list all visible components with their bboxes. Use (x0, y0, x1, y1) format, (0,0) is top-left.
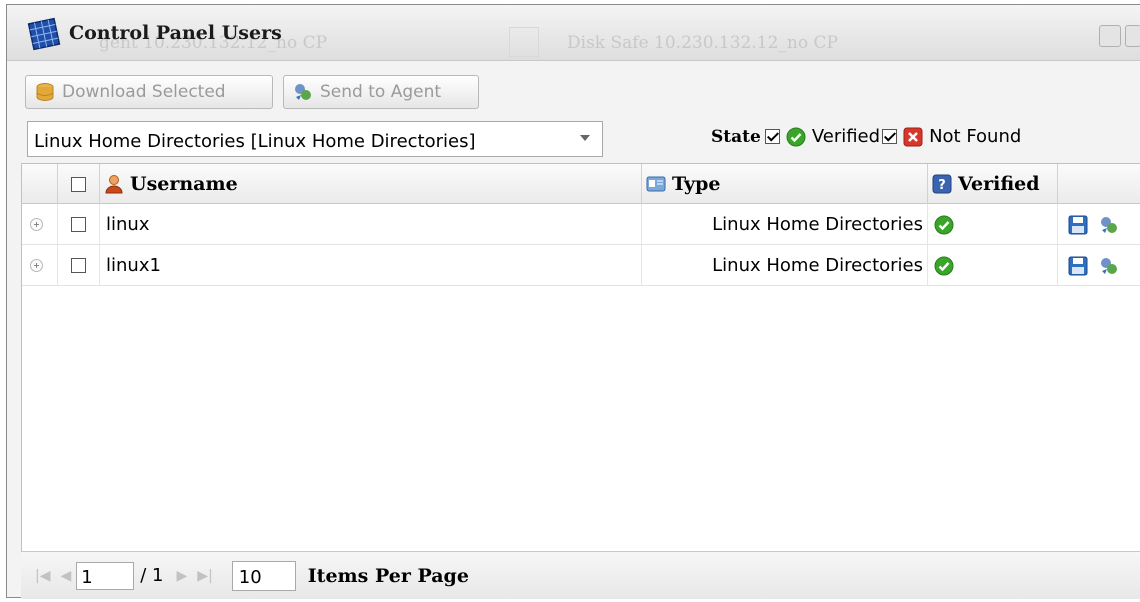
send-to-agent-label: Send to Agent (320, 82, 442, 102)
not-found-x-icon (903, 127, 923, 146)
send-to-agent-button[interactable]: Send to Agent (283, 75, 479, 109)
close-button[interactable] (1125, 25, 1140, 47)
row-expander[interactable] (22, 245, 58, 286)
username-column-header[interactable]: Username (100, 164, 642, 204)
user-icon (105, 175, 123, 194)
background-disk-safe-tab: Disk Safe 10.230.132.12_no CP (567, 33, 838, 53)
verified-column-header[interactable]: ? Verified (928, 164, 1058, 204)
actions-cell (1058, 245, 1140, 286)
username-header-label: Username (130, 173, 238, 195)
expand-plus-icon[interactable] (30, 218, 43, 231)
select-all-column-header (58, 164, 100, 204)
items-per-page-input[interactable]: 10 (231, 560, 296, 591)
verified-filter-label: Verified (811, 126, 881, 147)
username-cell: linux1 (100, 245, 642, 286)
type-header-label: Type (672, 173, 721, 195)
type-icon (646, 176, 666, 192)
table-row[interactable]: linux Linux Home Directories (22, 204, 1140, 245)
not-found-filter-label: Not Found (929, 126, 1022, 147)
database-download-icon (36, 83, 54, 101)
download-selected-button[interactable]: Download Selected (25, 75, 273, 109)
users-grid: Username Type ? Verified linux Linux Hom… (21, 163, 1140, 551)
first-page-icon[interactable]: |◀ (35, 568, 50, 584)
send-agent-icon[interactable] (1098, 214, 1120, 236)
state-filter: State Verified Not Found (711, 126, 1021, 147)
expander-column-header (22, 164, 58, 204)
previous-page-icon[interactable]: ◀ (60, 568, 71, 584)
chevron-down-icon[interactable] (580, 135, 590, 141)
select-all-checkbox[interactable] (71, 176, 86, 192)
control-panel-users-window: gent 10.230.132.12_no CP Disk Safe 10.23… (6, 4, 1140, 599)
type-cell: Linux Home Directories (642, 204, 928, 245)
question-icon: ? (932, 174, 952, 194)
last-page-icon[interactable]: ▶| (197, 568, 212, 584)
restore-button[interactable] (1099, 25, 1121, 47)
type-cell: Linux Home Directories (642, 245, 928, 286)
verified-filter-checkbox[interactable] (764, 129, 780, 144)
type-column-header[interactable]: Type (642, 164, 928, 204)
page-number-input[interactable]: 1 (76, 561, 135, 590)
send-agent-icon[interactable] (1098, 255, 1120, 277)
state-label: State (711, 126, 761, 147)
not-found-filter-checkbox[interactable] (882, 129, 898, 144)
verified-header-label: Verified (958, 173, 1040, 195)
page-total: / 1 (140, 565, 164, 586)
username-cell: linux (100, 204, 642, 245)
actions-cell (1058, 204, 1140, 245)
next-page-icon[interactable]: ▶ (177, 568, 188, 584)
verified-check-icon (786, 127, 806, 146)
directory-type-select[interactable]: Linux Home Directories [Linux Home Direc… (27, 121, 603, 157)
control-panel-icon (27, 17, 61, 51)
items-per-page-label: Items Per Page (307, 564, 469, 587)
pagination-toolbar: |◀ ◀ 1 / 1 ▶ ▶| 10 Items Per Page (21, 551, 1140, 599)
actions-column-header (1058, 164, 1140, 204)
row-expander[interactable] (22, 204, 58, 245)
expand-plus-icon[interactable] (30, 259, 43, 272)
grid-header: Username Type ? Verified (22, 164, 1140, 204)
verified-cell (928, 204, 1058, 245)
row-select-cell (58, 245, 100, 286)
row-checkbox[interactable] (71, 217, 86, 232)
send-agent-icon (295, 84, 311, 100)
verified-check-icon (934, 215, 954, 234)
table-row[interactable]: linux1 Linux Home Directories (22, 245, 1140, 286)
directory-type-value: Linux Home Directories [Linux Home Direc… (34, 131, 476, 152)
verified-check-icon (934, 256, 954, 275)
save-icon[interactable] (1068, 256, 1088, 276)
row-select-cell (58, 204, 100, 245)
row-checkbox[interactable] (71, 258, 86, 273)
title-bar[interactable]: gent 10.230.132.12_no CP Disk Safe 10.23… (7, 5, 1140, 61)
download-selected-label: Download Selected (62, 82, 226, 102)
save-icon[interactable] (1068, 215, 1088, 235)
background-dropdown-icon (509, 27, 539, 57)
svg-text:?: ? (938, 178, 946, 193)
window-title: Control Panel Users (69, 22, 282, 44)
verified-cell (928, 245, 1058, 286)
